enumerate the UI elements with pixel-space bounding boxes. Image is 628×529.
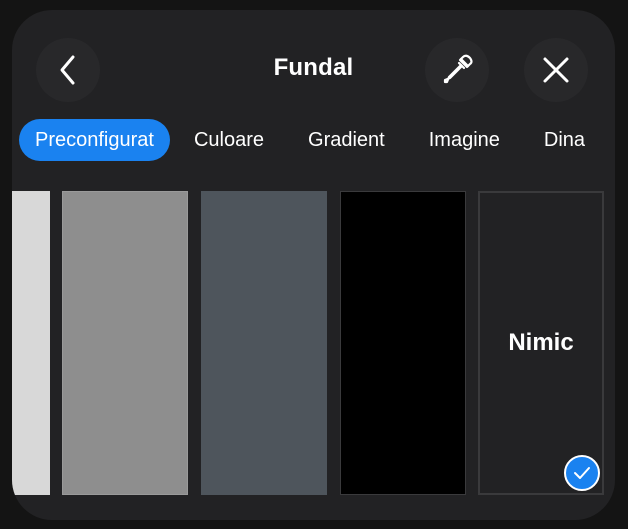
tab-preconfigurat[interactable]: Preconfigurat bbox=[19, 119, 170, 161]
eyedropper-button[interactable] bbox=[425, 38, 489, 102]
close-button[interactable] bbox=[524, 38, 588, 102]
preset-swatch-black[interactable] bbox=[340, 191, 466, 495]
eyedropper-icon bbox=[443, 54, 473, 84]
tab-culoare[interactable]: Culoare bbox=[174, 119, 284, 161]
close-icon bbox=[543, 57, 569, 83]
tab-gradient[interactable]: Gradient bbox=[288, 119, 405, 161]
background-picker-panel: Fundal Preconfigurat Culoare Gradient Im… bbox=[12, 10, 615, 520]
preset-swatch-gray[interactable] bbox=[62, 191, 188, 495]
none-label: Nimic bbox=[508, 329, 574, 356]
tab-imagine[interactable]: Imagine bbox=[409, 119, 520, 161]
tab-dinamic[interactable]: Dina bbox=[524, 119, 585, 161]
preset-swatch-slate[interactable] bbox=[201, 191, 327, 495]
background-type-tabs: Preconfigurat Culoare Gradient Imagine D… bbox=[19, 119, 589, 161]
preset-swatch-none[interactable]: Nimic bbox=[478, 191, 604, 495]
selected-check-badge bbox=[564, 455, 600, 491]
preset-swatch-light-gray[interactable] bbox=[12, 191, 50, 495]
checkmark-icon bbox=[574, 467, 590, 479]
